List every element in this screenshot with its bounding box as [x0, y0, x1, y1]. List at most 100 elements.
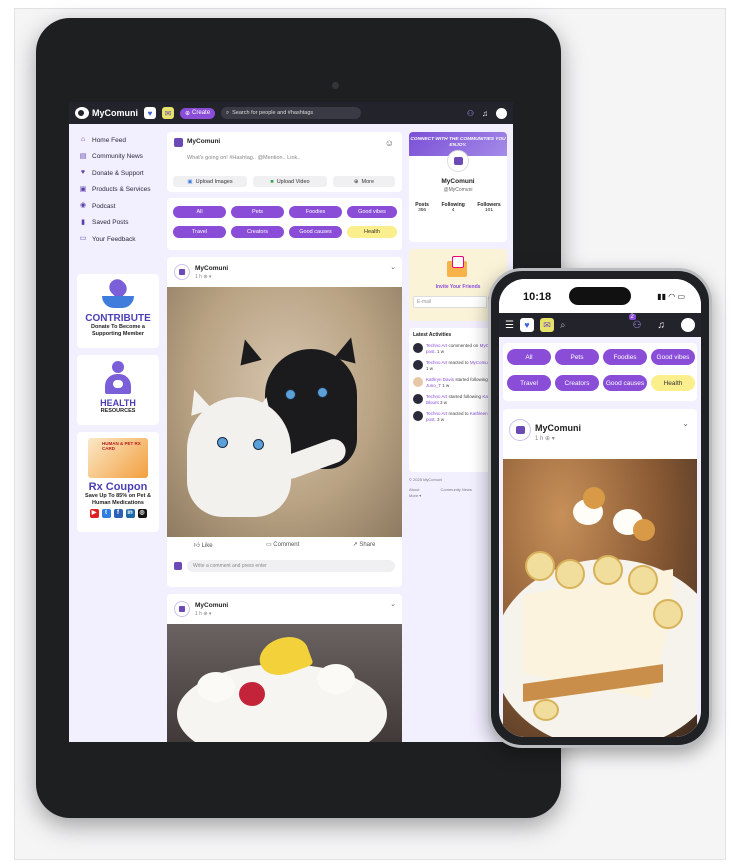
post-image-dessert[interactable] [167, 624, 402, 742]
instagram-icon[interactable]: ◎ [137, 509, 147, 518]
footer-link-community-news[interactable]: Community News [441, 487, 472, 493]
post-time: 1 h ⊕ ▾ [535, 435, 555, 442]
filter-pill-all[interactable]: All [173, 206, 226, 218]
filter-pill-health[interactable]: Health [347, 226, 397, 238]
logo-mark-icon [75, 107, 89, 119]
hamburger-menu-icon[interactable]: ☰ [505, 320, 514, 331]
youtube-icon[interactable]: ▶ [89, 509, 99, 518]
comment-input[interactable]: Write a comment and press enter [187, 560, 395, 572]
rx-coupon-banner[interactable]: HUMAN & PET RX CARD Rx Coupon Save Up To… [77, 432, 159, 532]
filter-pill-travel[interactable]: Travel [507, 375, 551, 391]
post-author-avatar[interactable] [174, 264, 190, 280]
filter-pill-pets[interactable]: Pets [231, 206, 284, 218]
bell-icon[interactable]: ♫ [482, 109, 488, 118]
stat-followers[interactable]: Followers 101 [477, 202, 500, 213]
sidebar-item-label: Your Feedback [92, 235, 136, 243]
chevron-down-icon[interactable]: ⌄ [682, 419, 689, 428]
linkedin-icon[interactable]: in [125, 509, 135, 518]
twitter-icon[interactable]: t [101, 509, 111, 518]
activity-time: 3 w [440, 399, 448, 405]
post-image-banana-pie[interactable] [503, 459, 697, 737]
sidebar-item-your-feedback[interactable]: ▭ Your Feedback [79, 231, 159, 248]
heart-icon[interactable]: ♥ [519, 318, 534, 332]
filter-pill-creators[interactable]: Creators [231, 226, 284, 238]
filter-pill-pets[interactable]: Pets [555, 349, 599, 365]
friend-request-icon[interactable]: ⚇ 2 [628, 313, 642, 331]
filter-pill-good-vibes[interactable]: Good vibes [651, 349, 695, 365]
heart-icon[interactable]: ♥ [144, 107, 156, 119]
mail-icon[interactable]: ✉ [539, 318, 554, 332]
avatar[interactable] [496, 107, 507, 119]
filter-pill-foodies[interactable]: Foodies [603, 349, 647, 365]
post-time: 1 h ⊕ ▾ [195, 611, 211, 617]
post-author-name[interactable]: MyComuni [195, 265, 228, 272]
more-button[interactable]: ⊕ More [333, 176, 395, 187]
post-author-avatar[interactable] [174, 601, 190, 617]
activity-actor[interactable]: Techno Art [426, 411, 447, 416]
activity-actor[interactable]: Techno Art [426, 360, 447, 365]
emoji-icon[interactable]: ☺ [385, 138, 394, 148]
sidebar-item-home-feed[interactable]: ⌂ Home Feed [79, 132, 159, 149]
post-composer: MyComuni What's going on! #Hashtag.. @Me… [167, 132, 402, 192]
sidebar-item-label: Saved Posts [92, 219, 129, 227]
profile-avatar[interactable] [447, 150, 469, 172]
video-icon: ■ [270, 178, 274, 185]
facebook-icon[interactable]: f [113, 509, 123, 518]
composer-avatar [174, 138, 183, 147]
upload-images-button[interactable]: ▣ Upload Images [173, 176, 247, 187]
sidebar-item-podcast[interactable]: ◉ Podcast [79, 198, 159, 215]
filter-pill-good-vibes[interactable]: Good vibes [347, 206, 397, 218]
filter-pill-health[interactable]: Health [651, 375, 695, 391]
app-logo[interactable]: MyComuni [75, 107, 138, 119]
phone-feed-post: MyComuni 1 h ⊕ ▾ ⌄ [503, 409, 697, 737]
share-button[interactable]: ↗ Share [353, 541, 376, 549]
search-input[interactable]: ⌕ Search for people and #hashtags [221, 107, 362, 119]
chevron-down-icon[interactable]: ⌄ [390, 263, 396, 271]
health-resources-banner[interactable]: HEALTH RESOURCES [77, 355, 159, 425]
upload-video-button[interactable]: ■ Upload Video [253, 176, 327, 187]
sidebar-item-donate-support[interactable]: ♥ Donate & Support [79, 165, 159, 182]
sidebar-item-products-services[interactable]: ▣ Products & Services [79, 182, 159, 199]
friend-request-icon[interactable]: ⚇ [467, 109, 474, 118]
like-button[interactable]: 👍︎ Like [194, 541, 213, 549]
activity-actor[interactable]: Kathryn Davis [426, 377, 454, 382]
composer-name: MyComuni [187, 138, 221, 145]
post-author-name[interactable]: MyComuni [535, 423, 581, 433]
composer-input[interactable]: What's going on! #Hashtag.. @Mention.. L… [187, 155, 300, 161]
post-image-kittens[interactable] [167, 287, 402, 537]
sidebar-item-label: Community News [92, 153, 143, 161]
sidebar-item-community-news[interactable]: ▤ Community News [79, 149, 159, 166]
comment-button[interactable]: ▭ Comment [266, 541, 299, 549]
post-actions: 👍︎ Like ▭ Comment ↗ Share [167, 541, 402, 549]
activity-time: 3 w [437, 416, 445, 422]
invite-email-input[interactable]: E-mail [413, 296, 487, 308]
filter-pill-creators[interactable]: Creators [555, 375, 599, 391]
mail-icon[interactable]: ✉ [162, 107, 174, 119]
activity-actor[interactable]: Techno Art [426, 394, 447, 399]
contribute-banner[interactable]: CONTRIBUTE Donate To Become a Supporting… [77, 274, 159, 348]
wifi-icon: ◠ [668, 292, 676, 301]
profile-handle: @MyComuni [443, 187, 473, 193]
stat-value: 101 [485, 208, 494, 213]
avatar[interactable] [681, 318, 695, 332]
sidebar-item-saved-posts[interactable]: ▮ Saved Posts [79, 215, 159, 232]
stat-posts[interactable]: Posts 356 [415, 202, 429, 213]
profile-name[interactable]: MyComuni [409, 178, 507, 185]
home-icon: ⌂ [80, 136, 86, 144]
filter-pill-all[interactable]: All [507, 349, 551, 365]
filter-pill-travel[interactable]: Travel [173, 226, 226, 238]
activity-target[interactable]: Juno_T [426, 383, 441, 388]
filter-pill-good-causes[interactable]: Good causes [289, 226, 342, 238]
footer-copyright: © 2025 MyComuni [409, 477, 443, 482]
post-time-value: 1 h [535, 436, 544, 442]
activity-actor[interactable]: Techno Art [426, 343, 447, 348]
stat-following[interactable]: Following 4 [441, 202, 464, 213]
chevron-down-icon[interactable]: ⌄ [390, 600, 396, 608]
search-icon[interactable]: ⌕ [560, 320, 566, 331]
filter-pill-good-causes[interactable]: Good causes [603, 375, 647, 391]
post-author-name[interactable]: MyComuni [195, 602, 228, 609]
filter-pill-foodies[interactable]: Foodies [289, 206, 342, 218]
bell-icon[interactable]: ♫ [658, 320, 666, 331]
post-author-avatar[interactable] [509, 419, 531, 441]
create-button[interactable]: ⊕ Create [180, 107, 216, 119]
